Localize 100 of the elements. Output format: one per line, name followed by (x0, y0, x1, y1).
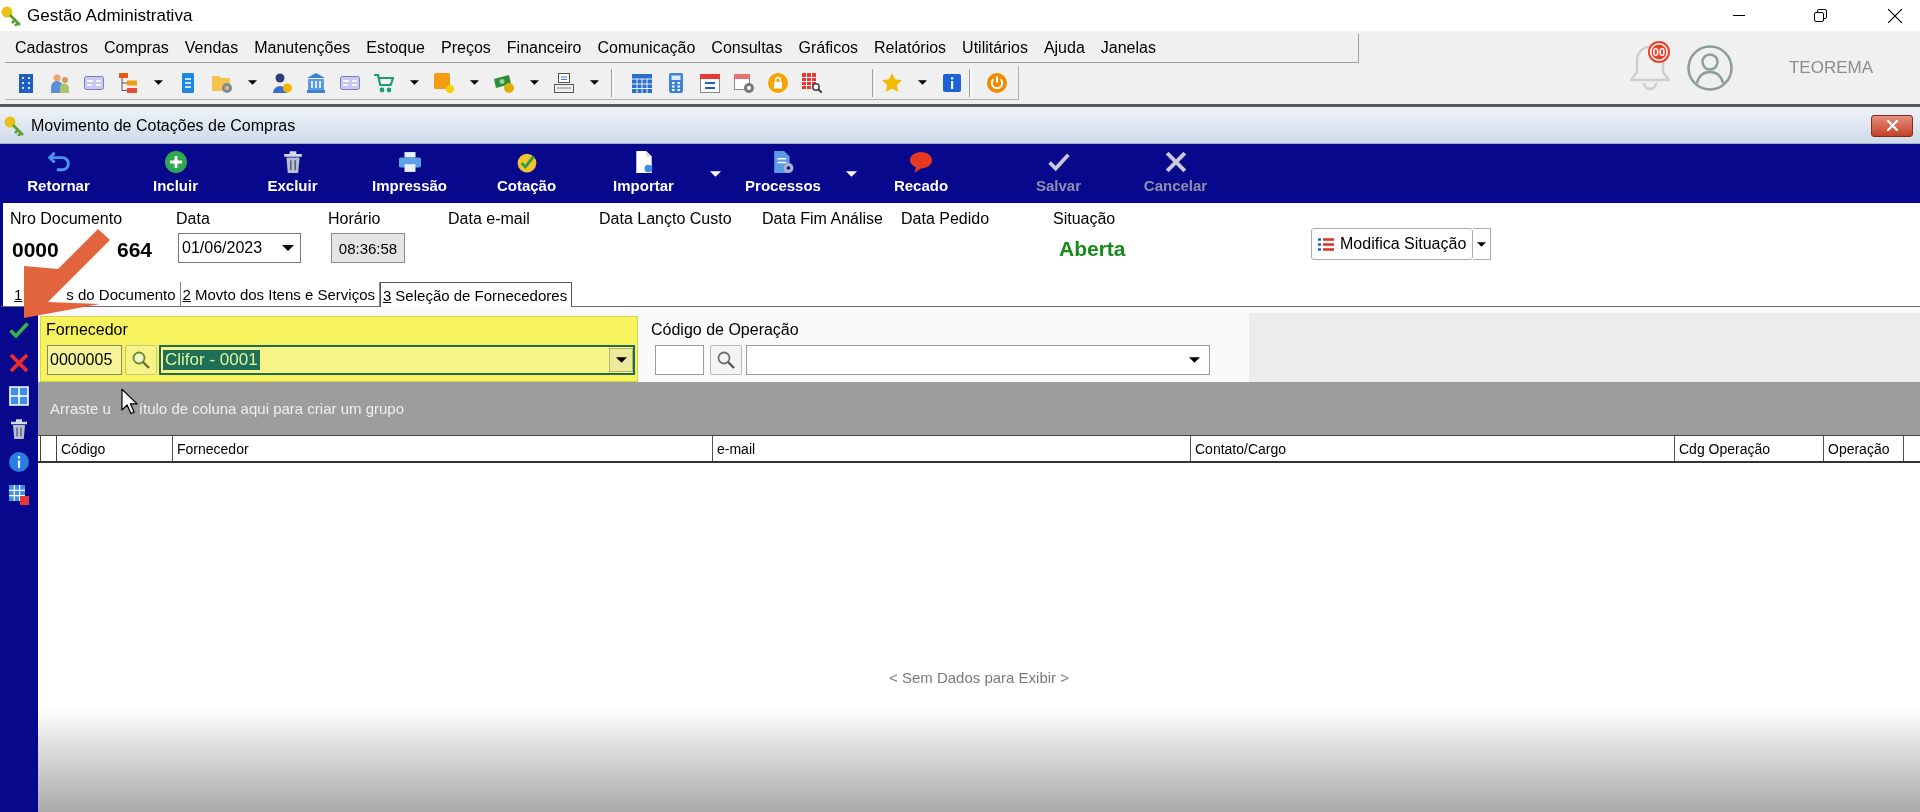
status-text: Aberta (1059, 237, 1127, 261)
back-button[interactable]: Retornar (0, 144, 117, 203)
cancel-button[interactable] (9, 353, 29, 373)
date-field[interactable]: 01/06/2023 (178, 233, 301, 263)
calendar-gear-icon (734, 72, 754, 93)
caret-icon (1477, 241, 1487, 247)
bank-icon (306, 72, 326, 93)
caret-icon (615, 357, 627, 363)
field-label: Data e-mail (448, 209, 531, 229)
operation-code-field[interactable] (655, 345, 704, 375)
caret-icon (153, 80, 163, 85)
selected-text: Clifor - 0001 (163, 350, 260, 370)
delete-button[interactable]: Excluir (234, 144, 351, 203)
x-icon (9, 353, 29, 373)
field-label: Data (176, 209, 211, 229)
star-icon (882, 72, 902, 93)
document-number: 664 (116, 238, 152, 262)
info-button[interactable] (9, 452, 29, 472)
note-icon (434, 72, 454, 93)
table-button[interactable] (9, 485, 29, 505)
menu-item[interactable]: Utilitários (954, 35, 1036, 61)
dropdown-button[interactable] (609, 348, 633, 372)
info-icon (942, 72, 962, 93)
field-label: Fornecedor (46, 321, 128, 338)
avatar-icon[interactable] (1686, 44, 1733, 91)
add-button[interactable]: Incluir (117, 144, 234, 203)
column-header[interactable]: Contato/Cargo (1191, 436, 1675, 461)
menu-item[interactable]: Financeiro (498, 35, 590, 61)
column-header[interactable]: Operação (1824, 436, 1904, 461)
message-button[interactable]: Recado (864, 144, 978, 203)
grid-button[interactable] (9, 386, 29, 406)
key-icon (1, 5, 21, 26)
menu-item[interactable]: Preços (433, 35, 499, 61)
menu-item[interactable]: Gráficos (790, 35, 867, 61)
cart-icon (374, 72, 394, 93)
menu-item[interactable]: Vendas (176, 35, 247, 61)
caret-icon (709, 170, 721, 177)
field-label: Situação (1053, 209, 1117, 229)
key-icon (4, 115, 24, 136)
menu-item[interactable]: Manutenções (246, 35, 359, 61)
notification-badge: 00 (1647, 40, 1670, 63)
back-arrow-icon (47, 151, 70, 173)
bell-icon[interactable] (1629, 44, 1670, 91)
menu-item[interactable]: Ajuda (1035, 35, 1093, 61)
confirm-button[interactable] (9, 320, 29, 340)
close-icon (1164, 151, 1187, 173)
lock-icon (768, 72, 788, 93)
field-label: Nro Documento (10, 209, 124, 229)
search-button[interactable] (710, 345, 742, 375)
menu-item[interactable]: Consultas (703, 35, 791, 61)
close-icon (1886, 120, 1898, 131)
close-button[interactable] (1871, 114, 1913, 137)
trash-icon (281, 151, 304, 173)
group-hint-text: ítulo de coluna aqui para criar um grupo (138, 400, 405, 417)
column-header[interactable]: Fornecedor (173, 436, 713, 461)
quote-button[interactable]: Cotação (468, 144, 585, 203)
search-icon (132, 351, 150, 369)
change-status-button[interactable]: Modifica Situação (1311, 228, 1474, 260)
caret-icon (282, 245, 294, 251)
check-icon (1047, 151, 1070, 173)
building-icon (16, 72, 36, 93)
grid-icon (9, 386, 29, 406)
menu-item[interactable]: Cadastros (7, 35, 96, 61)
empty-message: < Sem Dados para Exibir > (888, 669, 1070, 686)
delete-button[interactable] (9, 419, 29, 439)
menu-item[interactable]: Relatórios (866, 35, 955, 61)
speech-bubble-icon (910, 151, 932, 173)
menu-item[interactable]: Compras (95, 35, 177, 61)
menu-item[interactable]: Comunicação (589, 35, 704, 61)
person-coin-icon (272, 72, 292, 93)
code-field[interactable]: 0000005 (47, 345, 122, 375)
plus-icon (164, 151, 187, 173)
column-header[interactable]: e-mail (713, 436, 1191, 461)
tab[interactable]: 3 Seleção de Fornecedores (380, 282, 573, 307)
field-label: Código de Operação (651, 320, 800, 340)
list-icon (1318, 237, 1334, 251)
import-button[interactable]: Importar (585, 144, 702, 203)
print-button[interactable]: Impressão (351, 144, 468, 203)
document-number: 0000 (12, 238, 59, 262)
processes-button[interactable]: Processos (728, 144, 838, 203)
column-header[interactable]: Código (57, 436, 173, 461)
dropdown-button[interactable] (1473, 228, 1492, 260)
search-button[interactable] (125, 345, 157, 375)
field-label: Data Lançto Custo (599, 209, 733, 229)
coin-check-icon (515, 151, 538, 173)
calculator-icon (666, 72, 686, 93)
check-icon (9, 320, 29, 340)
caret-icon (247, 80, 257, 85)
power-icon (987, 72, 1007, 93)
supplier-combo[interactable]: Clifor - 0001 (159, 345, 635, 375)
restore-icon (1814, 9, 1827, 22)
field-label: Data Fim Análise (762, 209, 884, 229)
time-field: 08:36:58 (331, 233, 405, 263)
caret-icon (469, 80, 479, 85)
menu-item[interactable]: Estoque (358, 35, 433, 61)
info-icon (9, 452, 29, 472)
menu-item[interactable]: Janelas (1092, 35, 1164, 61)
search-icon (717, 351, 735, 369)
column-header[interactable]: Cdg Operação (1675, 436, 1824, 461)
minimize-icon (1733, 15, 1745, 16)
